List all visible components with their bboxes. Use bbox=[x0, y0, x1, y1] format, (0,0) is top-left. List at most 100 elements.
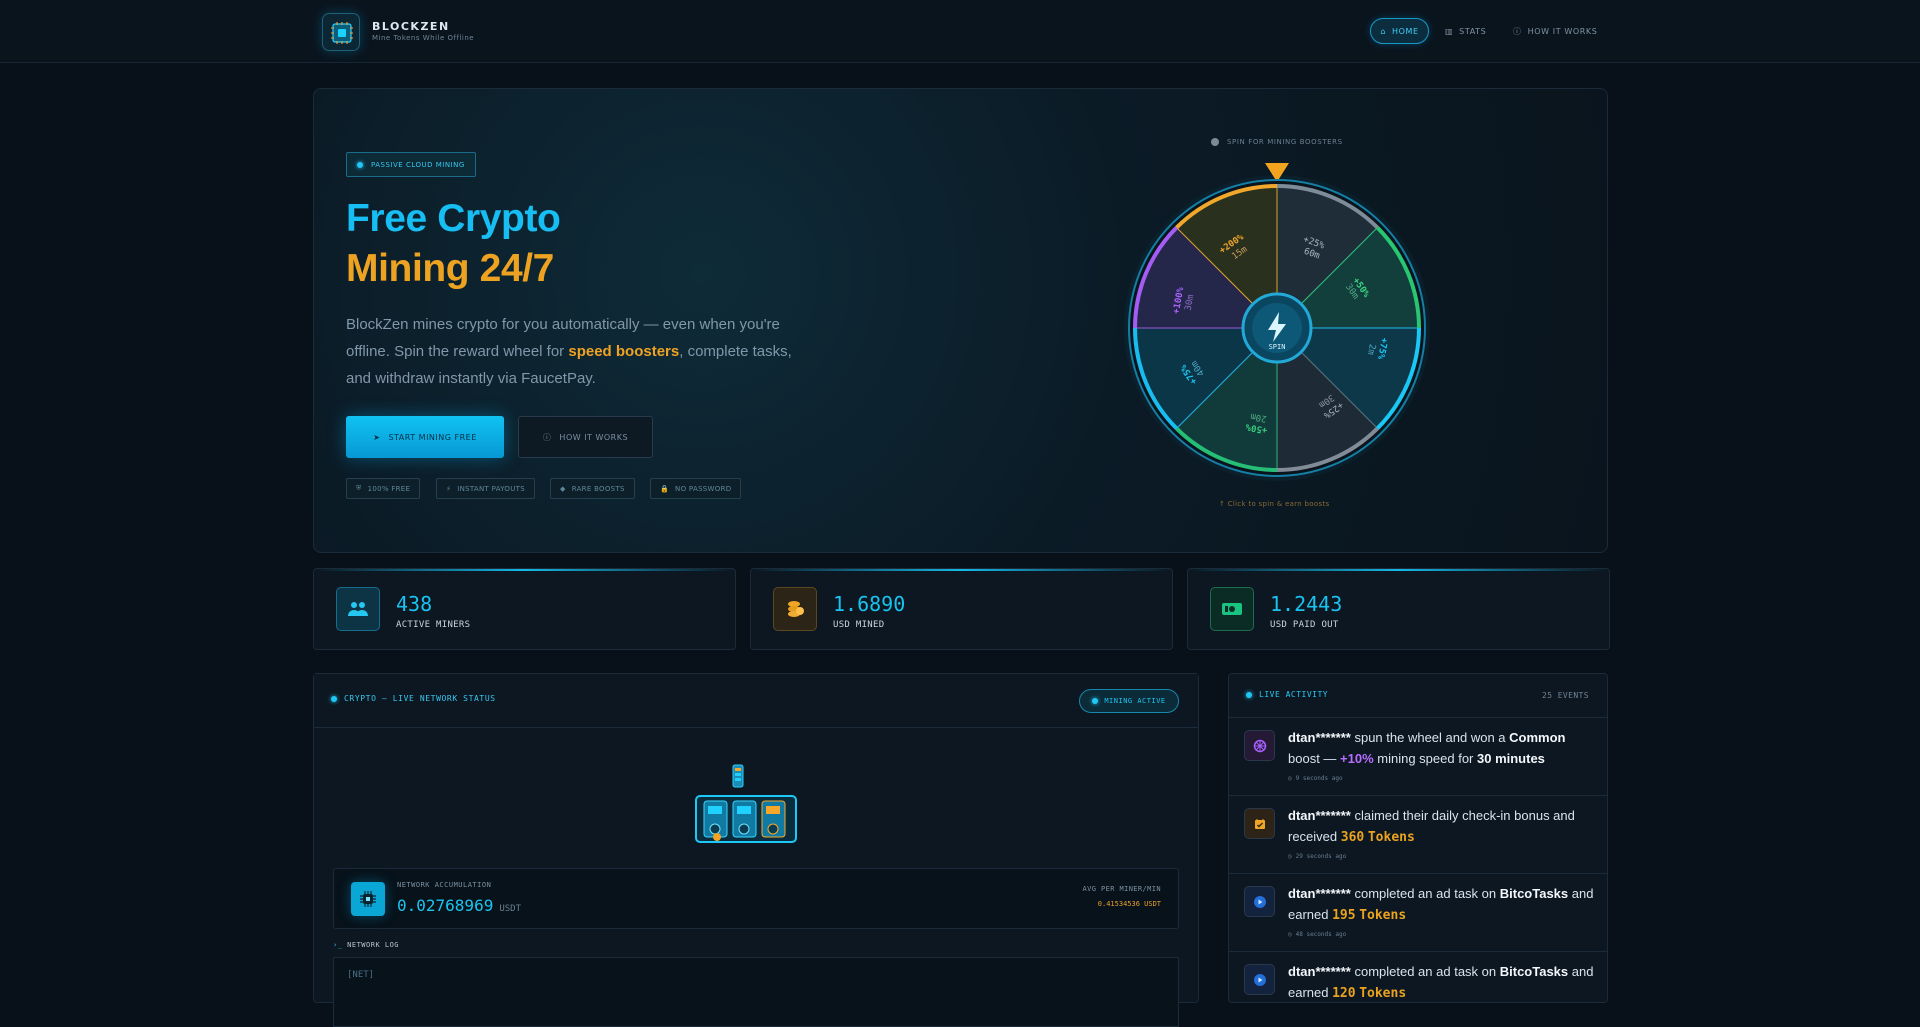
nav-home-label: HOME bbox=[1392, 26, 1419, 36]
spin-label: SPIN bbox=[1269, 343, 1286, 351]
event-token-unit: Tokens bbox=[1359, 908, 1407, 923]
activity-event[interactable]: dtan******* spun the wheel and won a Com… bbox=[1229, 718, 1607, 796]
nav-how-it-works[interactable]: ⓘ HOW IT WORKS bbox=[1513, 18, 1597, 44]
nav-stats[interactable]: ▥ STATS bbox=[1445, 18, 1486, 44]
network-accumulation-box: NETWORK ACCUMULATION 0.02768969 USDT AVG … bbox=[333, 868, 1179, 929]
event-duration: 30 minutes bbox=[1477, 751, 1545, 766]
event-boost-value: +10% bbox=[1340, 751, 1374, 766]
speed-boosters-highlight: speed boosters bbox=[568, 343, 680, 360]
status-dot-icon bbox=[357, 161, 363, 168]
network-status-panel: CRYPTO — LIVE NETWORK STATUS MINING ACTI… bbox=[313, 673, 1199, 1027]
network-header: CRYPTO — LIVE NETWORK STATUS MINING ACTI… bbox=[314, 674, 1198, 728]
shield-icon: ⛨ bbox=[356, 484, 362, 492]
event-text: dtan******* completed an ad task on Bitc… bbox=[1288, 961, 1594, 1002]
mining-active-label: MINING ACTIVE bbox=[1104, 697, 1166, 705]
event-time-label: 9 seconds ago bbox=[1295, 775, 1343, 782]
reward-wheel[interactable]: +25% 60m +50% 30m +75% 2m +25% 30m +50% … bbox=[1122, 143, 1432, 493]
usd-mined-value: 1.6890 bbox=[833, 592, 906, 616]
chip-logo-icon[interactable] bbox=[322, 13, 360, 51]
stat-top-line bbox=[1188, 569, 1609, 571]
users-icon bbox=[336, 587, 380, 631]
accumulation-label: NETWORK ACCUMULATION bbox=[397, 881, 492, 889]
badge-label: PASSIVE CLOUD MINING bbox=[371, 160, 465, 169]
rare-pill-label: RARE BOOSTS bbox=[571, 484, 625, 493]
active-miners-card: 438 ACTIVE MINERS bbox=[313, 568, 736, 650]
terminal-icon: ›_ bbox=[333, 941, 343, 949]
hero-title-line2: Mining 24/7 bbox=[346, 247, 554, 290]
mining-active-badge[interactable]: MINING ACTIVE bbox=[1079, 689, 1179, 713]
info-circle-icon: ⓘ bbox=[542, 432, 552, 442]
segment-3-time: 2m bbox=[1365, 343, 1377, 355]
passive-mining-badge: PASSIVE CLOUD MINING bbox=[346, 152, 476, 177]
event-text-part: spun the wheel and won a bbox=[1350, 730, 1510, 745]
network-log-line: [NET] bbox=[347, 970, 375, 980]
lightning-icon: ⚡ bbox=[446, 484, 452, 493]
event-text-part: completed an ad task on bbox=[1350, 964, 1500, 979]
event-site: BitcoTasks bbox=[1499, 886, 1569, 901]
event-user: dtan******* bbox=[1288, 808, 1351, 823]
play-icon bbox=[1244, 964, 1275, 995]
network-title-label: CRYPTO — LIVE NETWORK STATUS bbox=[344, 694, 496, 703]
usd-paid-card: 1.2443 USD PAID OUT bbox=[1187, 568, 1610, 650]
stat-top-line bbox=[314, 569, 735, 571]
event-item: Common bbox=[1509, 730, 1566, 745]
instant-pill-label: INSTANT PAYOUTS bbox=[457, 484, 525, 493]
activity-event[interactable]: dtan******* completed an ad task on Bitc… bbox=[1229, 874, 1607, 952]
average-per-miner-label: AVG PER MINER/MIN bbox=[1082, 885, 1161, 893]
event-time: ◷ 48 seconds ago bbox=[1288, 931, 1346, 938]
event-token-unit: Tokens bbox=[1359, 986, 1407, 1001]
wheel-help-text: ↑ Click to spin & earn boosts bbox=[1219, 500, 1330, 508]
mining-status-icon bbox=[1092, 698, 1099, 704]
accumulation-unit: USDT bbox=[499, 904, 522, 914]
info-icon: ⓘ bbox=[1513, 26, 1522, 36]
activity-event[interactable]: dtan******* claimed their daily check-in… bbox=[1229, 796, 1607, 874]
activity-title: LIVE ACTIVITY bbox=[1246, 690, 1328, 699]
calendar-check-icon bbox=[1244, 808, 1275, 839]
event-time: ◷ 29 seconds ago bbox=[1288, 853, 1346, 860]
network-log-title: ›_ NETWORK LOG bbox=[333, 941, 399, 949]
home-icon: ⌂ bbox=[1380, 26, 1386, 36]
clock-icon: ◷ bbox=[1288, 775, 1292, 782]
how-it-works-button[interactable]: ⓘ HOW IT WORKS bbox=[518, 416, 653, 458]
event-text: dtan******* claimed their daily check-in… bbox=[1288, 805, 1594, 848]
activity-title-label: LIVE ACTIVITY bbox=[1259, 690, 1329, 699]
event-token-unit: Tokens bbox=[1367, 830, 1415, 845]
no-password-pill: 🔒 NO PASSWORD bbox=[650, 478, 742, 499]
wheel-icon bbox=[1244, 730, 1275, 761]
clock-icon: ◷ bbox=[1288, 853, 1292, 860]
hero-description: BlockZen mines crypto for you automatica… bbox=[346, 311, 796, 392]
lock-icon: 🔒 bbox=[660, 484, 670, 493]
live-dot-icon bbox=[331, 695, 337, 702]
rocket-icon: ➤ bbox=[373, 432, 381, 442]
usd-paid-value: 1.2443 bbox=[1270, 592, 1343, 616]
event-time-label: 48 seconds ago bbox=[1295, 931, 1347, 938]
brand-name[interactable]: BLOCKZEN bbox=[372, 20, 450, 33]
usd-mined-label: USD MINED bbox=[833, 620, 885, 630]
event-user: dtan******* bbox=[1288, 886, 1351, 901]
hero-title-line1: Free Crypto bbox=[346, 197, 561, 240]
stat-top-line bbox=[751, 569, 1172, 571]
event-token-value: 120 bbox=[1332, 986, 1356, 1001]
cpu-chip-icon bbox=[351, 882, 385, 916]
gem-icon: ◆ bbox=[560, 484, 566, 493]
money-icon bbox=[1210, 587, 1254, 631]
event-text-part: mining speed for bbox=[1373, 751, 1477, 766]
start-mining-button[interactable]: ➤ START MINING FREE bbox=[346, 416, 504, 458]
hero-section: PASSIVE CLOUD MINING Free Crypto Mining … bbox=[313, 88, 1608, 553]
event-user: dtan******* bbox=[1288, 730, 1351, 745]
free-pill-label: 100% FREE bbox=[367, 484, 411, 493]
event-site: BitcoTasks bbox=[1499, 964, 1569, 979]
usd-paid-label: USD PAID OUT bbox=[1270, 620, 1339, 630]
network-log-box[interactable]: [NET] bbox=[333, 957, 1179, 1027]
event-text-part: boost — bbox=[1288, 751, 1341, 766]
active-miners-value: 438 bbox=[396, 592, 433, 616]
top-navigation: BLOCKZEN Mine Tokens While Offline ⌂ HOM… bbox=[0, 0, 1920, 63]
activity-event[interactable]: dtan******* completed an ad task on Bitc… bbox=[1229, 952, 1607, 1002]
nav-home[interactable]: ⌂ HOME bbox=[1370, 18, 1429, 44]
network-title: CRYPTO — LIVE NETWORK STATUS bbox=[331, 694, 496, 703]
event-token-value: 195 bbox=[1332, 908, 1356, 923]
live-activity-panel: LIVE ACTIVITY 25 EVENTS dtan******* spun… bbox=[1228, 673, 1608, 1003]
activity-event-count: 25 EVENTS bbox=[1542, 691, 1589, 700]
password-pill-label: NO PASSWORD bbox=[675, 484, 732, 493]
average-per-miner-value: 0.41534536 USDT bbox=[1097, 900, 1161, 908]
